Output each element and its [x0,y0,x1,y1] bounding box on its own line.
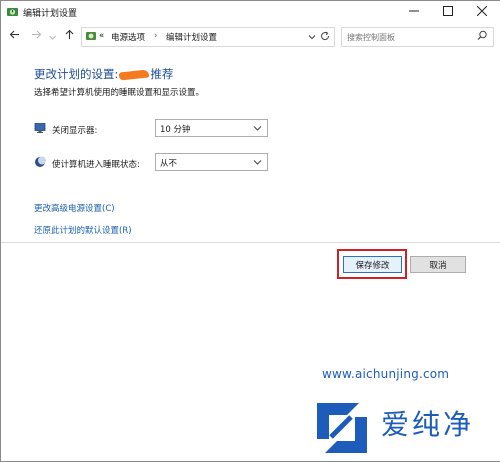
address-bar[interactable]: « 电源选项 › 编辑计划设置 [81,27,335,47]
page-title-suffix: 推荐 [150,67,174,81]
window-title: 编辑计划设置 [23,9,78,19]
breadcrumb-item-power-options[interactable]: 电源选项 [111,31,145,43]
minimize-button[interactable] [397,1,431,23]
turn-off-display-label: 关闭显示器: [52,126,98,136]
monitor-icon [34,122,46,137]
arrow-up-icon [64,29,75,43]
sleep-value: 从不 [160,159,178,169]
watermark-logo-icon [311,399,373,460]
chevron-down-icon [308,34,316,44]
power-plan-icon [6,5,19,21]
breadcrumb-separator-icon: › [154,31,158,41]
close-icon [476,5,488,19]
maximize-button[interactable] [431,1,465,23]
cancel-button[interactable]: 取消 [410,256,466,273]
moon-icon [34,156,46,171]
breadcrumb-overflow[interactable]: « [99,31,104,41]
watermark-brand-text: 爱纯净 [381,408,475,441]
refresh-icon [320,31,330,44]
save-changes-button[interactable]: 保存修改 [343,256,402,273]
divider [1,242,500,243]
arrow-left-icon [9,30,20,43]
turn-off-display-value: 10 分钟 [160,125,191,135]
close-button[interactable] [465,1,499,23]
page-title-prefix: 更改计划的设置: [34,67,119,81]
search-input[interactable] [347,30,472,44]
address-dropdown-button[interactable] [308,33,316,44]
maximize-icon [443,5,453,19]
minimize-icon [409,6,419,19]
back-button[interactable] [9,29,20,43]
sleep-select[interactable]: 从不 [155,153,268,171]
forward-button[interactable] [31,29,42,43]
title-bar: 编辑计划设置 [1,1,500,23]
refresh-button[interactable] [320,31,330,44]
breadcrumb-item-edit-plan[interactable]: 编辑计划设置 [166,31,217,43]
watermark-url: www.aichunjing.com [322,367,450,381]
search-box[interactable] [341,27,494,47]
search-icon [477,30,488,44]
chevron-down-icon [49,31,56,44]
advanced-power-settings-link[interactable]: 更改高级电源设置(C) [34,202,115,214]
navigation-bar: « 电源选项 › 编辑计划设置 [1,25,500,47]
page-subtitle: 选择希望计算机使用的睡眠设置和显示设置。 [34,88,205,98]
arrow-right-icon [31,30,42,43]
up-button[interactable] [64,29,75,43]
restore-defaults-link[interactable]: 还原此计划的默认设置(R) [34,224,132,236]
recent-locations-dropdown[interactable] [49,31,56,44]
sleep-label: 使计算机进入睡眠状态: [52,160,140,170]
edit-plan-settings-window: 编辑计划设置 « 电源选项 › 编辑计划设置 搜索控制面板 更改计划的设置: 推… [0,0,500,462]
page-title: 更改计划的设置: 推荐 [34,66,173,82]
redaction-mark [119,68,150,81]
chevron-down-icon [253,125,262,135]
control-panel-icon [85,30,97,45]
turn-off-display-select[interactable]: 10 分钟 [155,119,268,137]
chevron-down-icon [253,159,262,169]
